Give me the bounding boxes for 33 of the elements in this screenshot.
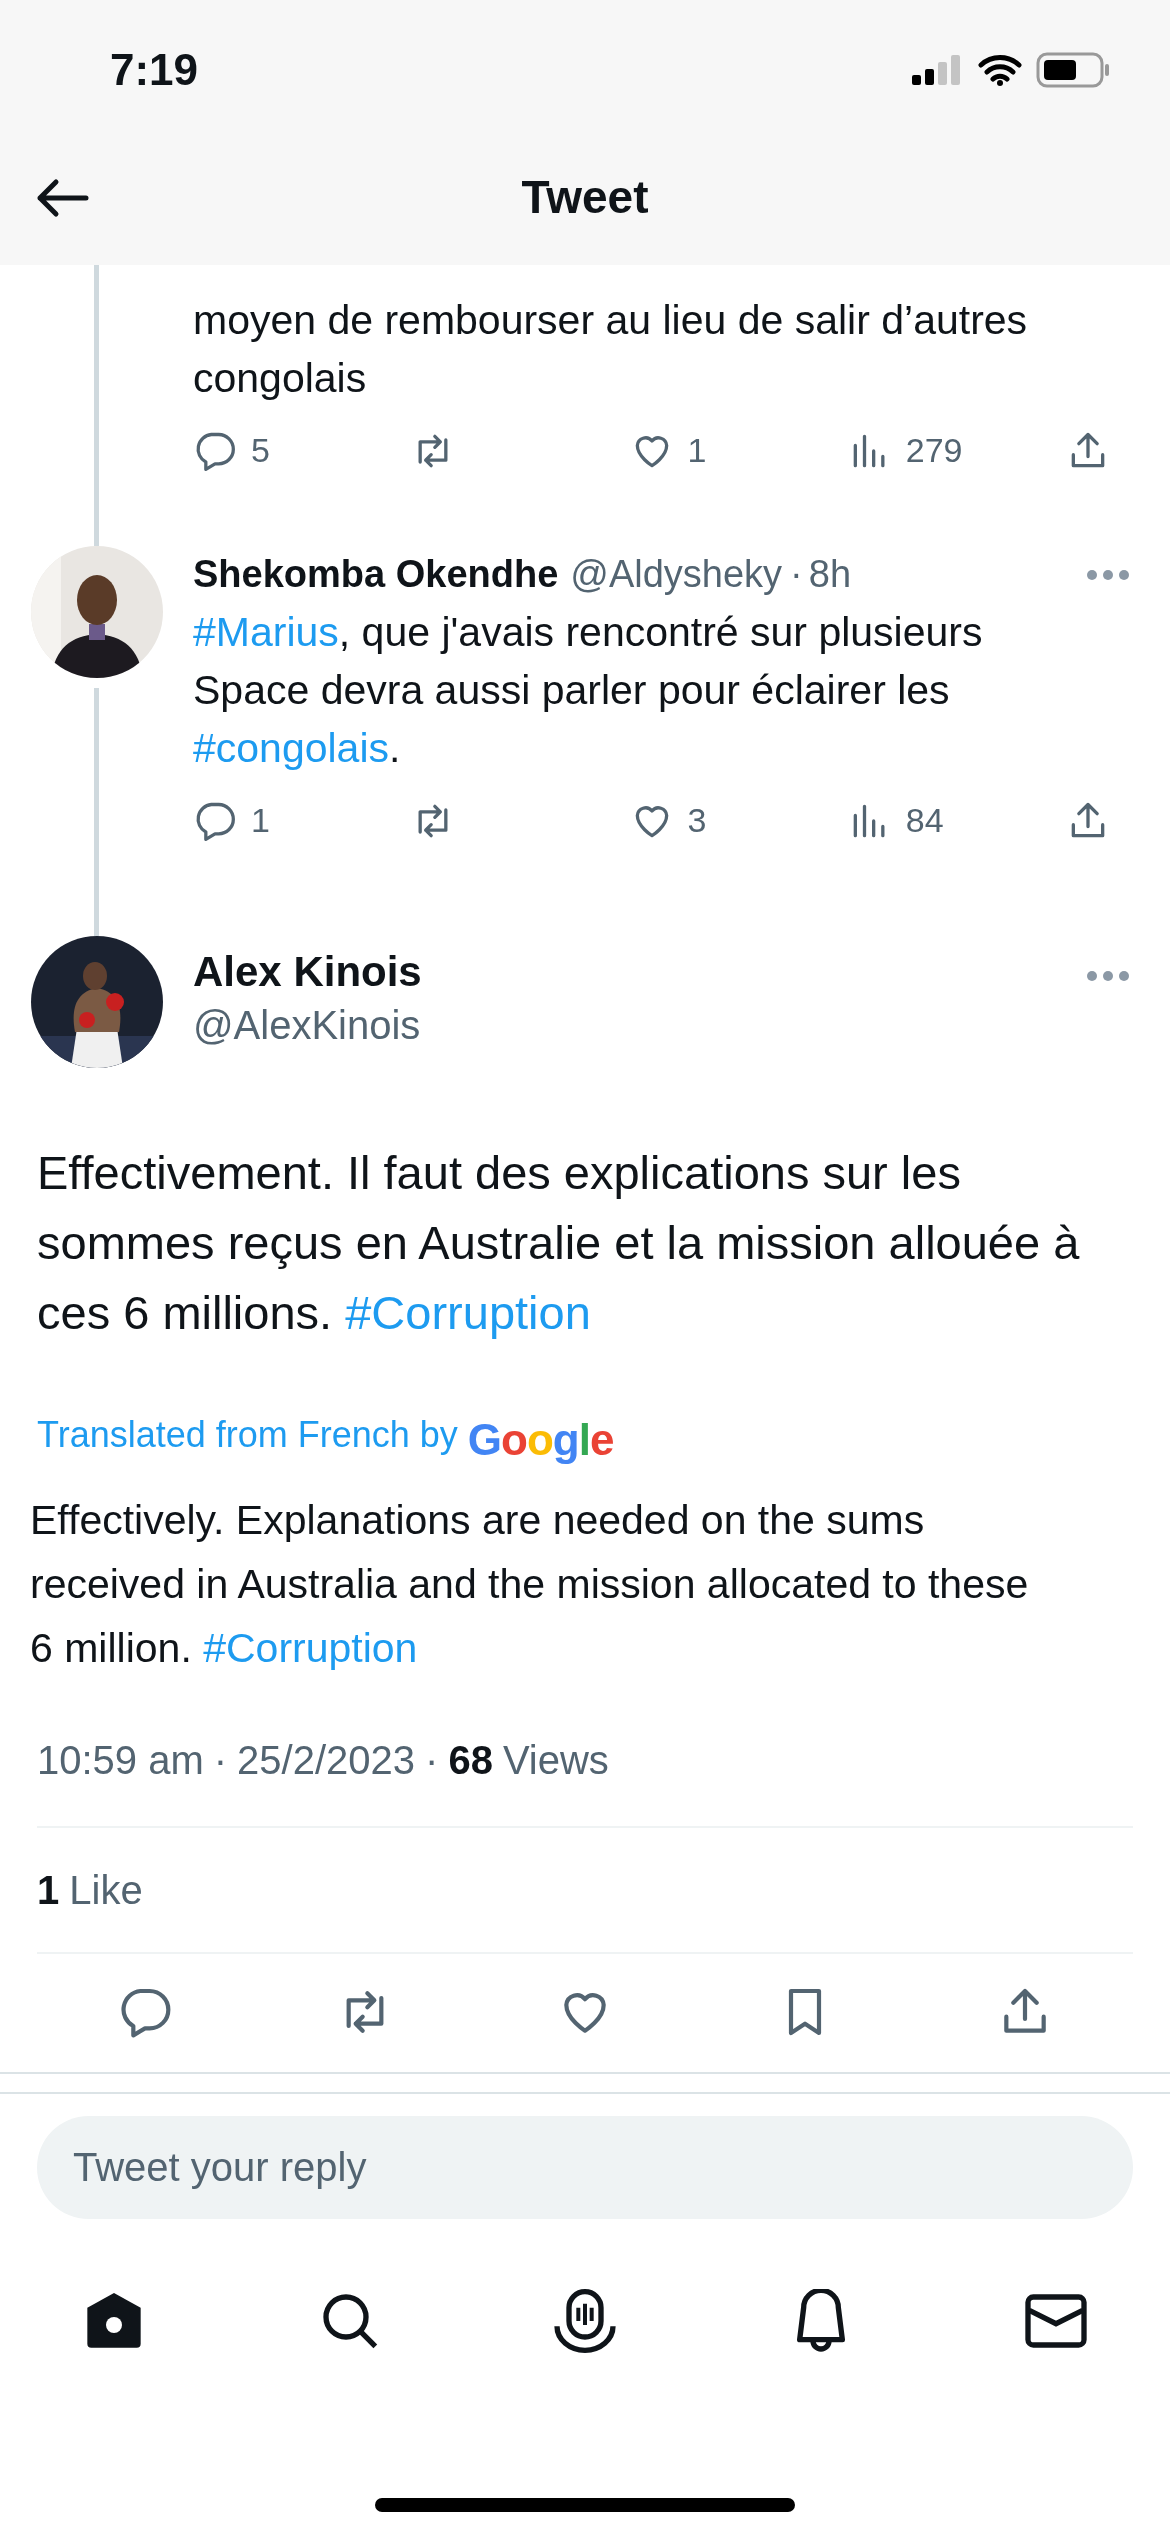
view-count: 84 bbox=[905, 800, 944, 841]
more-options-icon[interactable] bbox=[1086, 970, 1130, 982]
likes-label[interactable]: Like bbox=[69, 1860, 143, 1920]
dot-separator: · bbox=[213, 1737, 228, 1784]
view-count: 279 bbox=[905, 430, 963, 471]
tweet-text: Effectivement. Il faut des explications sur les sommes reçus en Australie et la mission allouée à ces 6 millions. #Corruption bbox=[37, 1145, 1081, 1341]
reply-count: 5 bbox=[251, 430, 270, 471]
like-count[interactable]: 1 bbox=[37, 1860, 60, 1920]
author-handle[interactable]: @Aldysheky bbox=[570, 546, 783, 603]
page-title: Tweet bbox=[521, 170, 649, 225]
google-logo: Google bbox=[467, 1418, 614, 1462]
reply-count: 1 bbox=[251, 800, 270, 841]
dot-separator: · bbox=[790, 552, 803, 597]
views-label: Views bbox=[502, 1737, 609, 1784]
status-time: 7:19 bbox=[110, 44, 199, 96]
like-count: 3 bbox=[687, 800, 707, 841]
more-options-icon[interactable] bbox=[1086, 568, 1130, 581]
battery-icon bbox=[1036, 52, 1110, 88]
view-count: 68 bbox=[448, 1737, 493, 1784]
dot-separator: · bbox=[425, 1737, 439, 1784]
microphone-icon[interactable] bbox=[553, 2289, 617, 2353]
reply-text: moyen de rembourser au lieu de salir d’autres congolais bbox=[193, 296, 1029, 403]
like-count: 1 bbox=[687, 430, 707, 471]
reply-field[interactable]: Tweet your reply bbox=[37, 2116, 1133, 2219]
tweet-time: 10:59 am bbox=[37, 1737, 204, 1784]
translated-text: Effectively. Explanations are needed on the sums received in Australia and the mission allocated to these 6 million. #Corruption bbox=[30, 1496, 1030, 1673]
author-name[interactable]: Shekomba Okendhe bbox=[193, 546, 559, 603]
post-time: 8h bbox=[808, 552, 852, 597]
wifi-icon bbox=[978, 54, 1022, 86]
author-name[interactable]: Alex Kinois bbox=[193, 946, 422, 998]
author-handle[interactable]: @AlexKinois bbox=[193, 998, 422, 1052]
tweet-date: 25/2/2023 bbox=[237, 1737, 416, 1784]
reply-text: #Marius, que j'avais rencontré sur plusieurs Space devra aussi parler pour éclairer les #congolais. bbox=[193, 608, 984, 773]
